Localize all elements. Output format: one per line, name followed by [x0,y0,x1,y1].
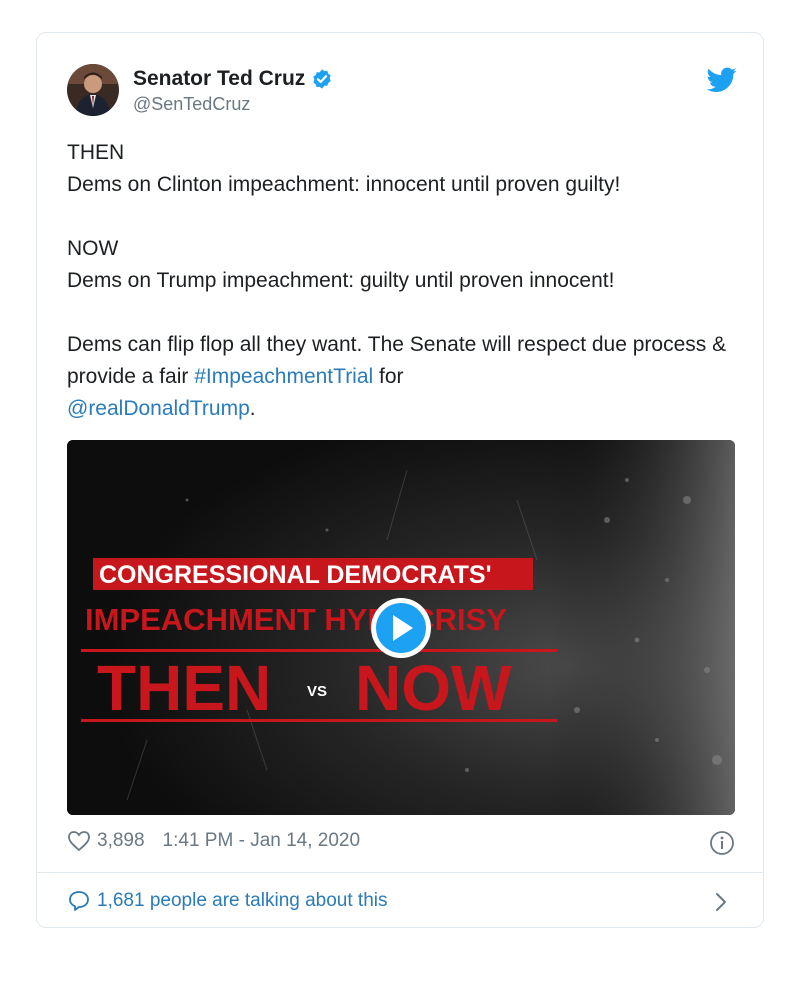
tweet-line-then: THEN [67,141,125,164]
tweet-line-clinton: Dems on Clinton impeachment: innocent un… [67,173,621,196]
author-name[interactable]: Senator Ted Cruz [133,67,305,91]
hashtag-link[interactable]: #ImpeachmentTrial [194,365,373,388]
tweet-closing-period: . [249,397,256,420]
talking-count-text[interactable]: 1,681 people are talking about this [97,890,388,912]
author-row: Senator Ted Cruz [133,67,333,91]
author-handle[interactable]: @SenTedCruz [133,94,250,115]
verified-badge-icon [313,69,331,89]
video-thumbnail: CONGRESSIONAL DEMOCRATS' IMPEACHMENT HYP… [67,440,735,815]
footer-divider [37,872,763,873]
avatar[interactable] [67,64,119,116]
video-then: THEN [97,652,271,724]
tweet-card: Senator Ted Cruz @SenTedCruz THEN Dems o… [36,32,764,928]
like-count[interactable]: 3,898 [97,830,145,852]
tweet-line-closing: Dems can flip flop all they want. The Se… [67,329,737,425]
video-now: NOW [355,652,512,724]
chevron-right-icon[interactable] [713,891,729,913]
tweet-timestamp[interactable]: 1:41 PM - Jan 14, 2020 [163,830,361,852]
tweet-text: THEN Dems on Clinton impeachment: innoce… [67,137,737,425]
info-icon[interactable] [709,830,735,856]
conversation-link[interactable]: 1,681 people are talking about this [67,889,388,913]
tweet-line-trump: Dems on Trump impeachment: guilty until … [67,269,615,292]
video-title-line1: CONGRESSIONAL DEMOCRATS' [99,561,492,589]
mention-link[interactable]: @realDonaldTrump [67,397,250,420]
video-player[interactable]: CONGRESSIONAL DEMOCRATS' IMPEACHMENT HYP… [67,440,735,815]
heart-icon[interactable] [67,830,91,852]
tweet-closing-for: for [373,365,404,388]
video-title-line2: IMPEACHMENT HYPOCRISY [85,602,507,637]
tweet-meta: 3,898 1:41 PM - Jan 14, 2020 [67,830,360,852]
speech-bubble-icon [69,891,89,911]
twitter-bird-icon[interactable] [707,67,737,93]
video-vs: VS [307,683,327,700]
play-button[interactable] [371,598,431,658]
video-rule-bottom [81,719,557,722]
tweet-line-now: NOW [67,237,119,260]
